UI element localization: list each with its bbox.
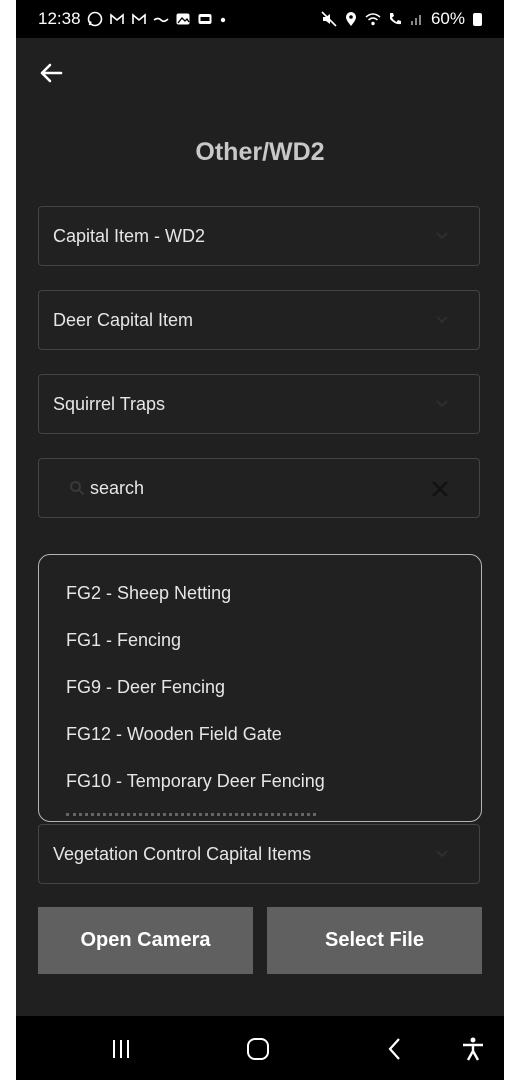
gmail-icon (109, 13, 124, 24)
dropdown-item[interactable]: FG12 - Wooden Field Gate (66, 724, 282, 745)
wave-icon (153, 17, 169, 23)
home-icon[interactable] (245, 1036, 271, 1062)
search-input[interactable]: search (90, 478, 144, 499)
dropdown-item-partial (66, 813, 316, 821)
call-icon (389, 13, 401, 25)
chevron-down-icon (436, 850, 448, 858)
capital-item-label: Capital Item - WD2 (53, 226, 206, 246)
accessibility-icon[interactable] (460, 1036, 486, 1062)
select-file-button[interactable]: Select File (267, 907, 482, 974)
deer-capital-label: Deer Capital Item (53, 310, 194, 330)
capital-items-dropdown[interactable]: FG2 - Sheep Netting FG1 - Fencing FG9 - … (38, 554, 482, 822)
dropdown-item[interactable]: FG2 - Sheep Netting (66, 583, 231, 604)
chevron-down-icon (436, 232, 448, 240)
dropdown-item[interactable]: FG10 - Temporary Deer Fencing (66, 771, 325, 792)
open-camera-button[interactable]: Open Camera (38, 907, 253, 974)
squirrel-traps-label: Squirrel Traps (53, 394, 166, 414)
mute-icon (321, 11, 337, 27)
status-bar: 12:38 60% (16, 0, 504, 38)
whatsapp-icon (87, 11, 102, 27)
battery-percent: 60% (430, 9, 465, 28)
squirrel-traps-select[interactable]: Squirrel Traps (38, 374, 480, 434)
clear-icon[interactable] (431, 480, 449, 498)
dot-icon (220, 17, 225, 23)
battery-icon (473, 12, 482, 26)
wifi-icon (365, 13, 381, 26)
status-time: 12:38 (38, 9, 81, 28)
app-screen: 12:38 60% Other/WD2 Capital Item - WD2 D… (16, 0, 504, 1080)
recent-apps-icon[interactable] (108, 1036, 134, 1062)
dropdown-item[interactable]: FG9 - Deer Fencing (66, 677, 225, 698)
gallery-icon (176, 13, 190, 25)
location-icon (345, 12, 356, 26)
deer-capital-select[interactable]: Deer Capital Item (38, 290, 480, 350)
search-icon (70, 481, 85, 496)
back-arrow-icon[interactable] (38, 60, 64, 86)
back-nav-icon[interactable] (382, 1036, 408, 1062)
page-title: Other/WD2 (195, 138, 325, 166)
vegetation-control-select[interactable]: Vegetation Control Capital Items (38, 824, 480, 884)
signal-icon (410, 15, 421, 25)
dropdown-item[interactable]: FG1 - Fencing (66, 630, 181, 651)
gmail-icon (131, 13, 146, 24)
vegetation-control-label: Vegetation Control Capital Items (53, 844, 312, 864)
search-field[interactable]: search (38, 458, 480, 518)
capital-item-select[interactable]: Capital Item - WD2 (38, 206, 480, 266)
card-icon (198, 14, 212, 24)
chevron-down-icon (436, 316, 448, 324)
navigation-bar (16, 1016, 504, 1080)
chevron-down-icon (436, 400, 448, 408)
